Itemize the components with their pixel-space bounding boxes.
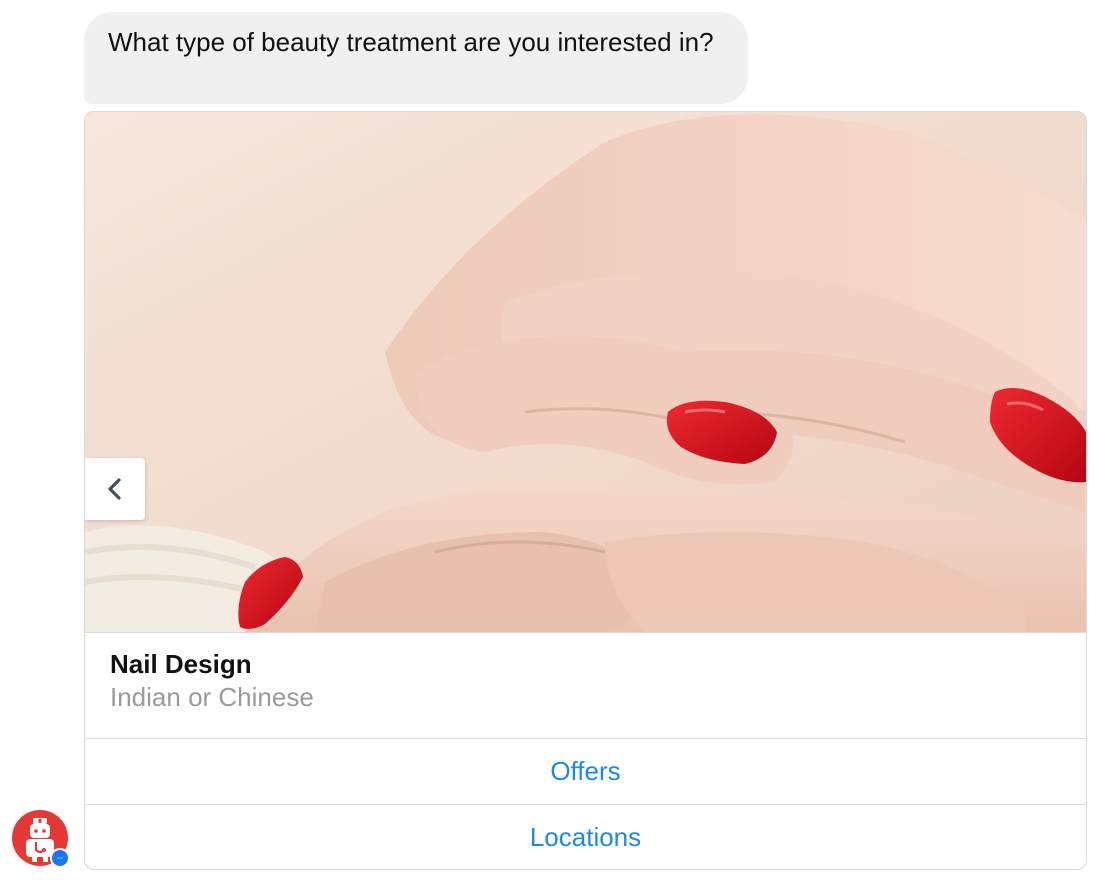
message-text: What type of beauty treatment are you in…	[108, 27, 714, 57]
carousel-prev-button[interactable]	[85, 458, 145, 520]
hands-photo	[85, 112, 1086, 632]
card-image[interactable]	[85, 112, 1086, 632]
locations-button[interactable]: Locations	[85, 804, 1086, 869]
offers-button[interactable]: Offers	[85, 738, 1086, 804]
card-subtitle: Indian or Chinese	[110, 682, 314, 712]
card-title: Nail Design	[110, 649, 252, 679]
chat-view: What type of beauty treatment are you in…	[0, 0, 1094, 880]
message-bubble: What type of beauty treatment are you in…	[84, 12, 748, 104]
messenger-badge	[50, 848, 70, 868]
messenger-icon	[56, 856, 64, 860]
chevron-left-icon	[108, 478, 121, 500]
bot-avatar[interactable]	[12, 810, 70, 868]
carousel-card: Nail Design Indian or Chinese Offers Loc…	[84, 111, 1087, 870]
card-text: Nail Design Indian or Chinese	[85, 632, 1086, 738]
